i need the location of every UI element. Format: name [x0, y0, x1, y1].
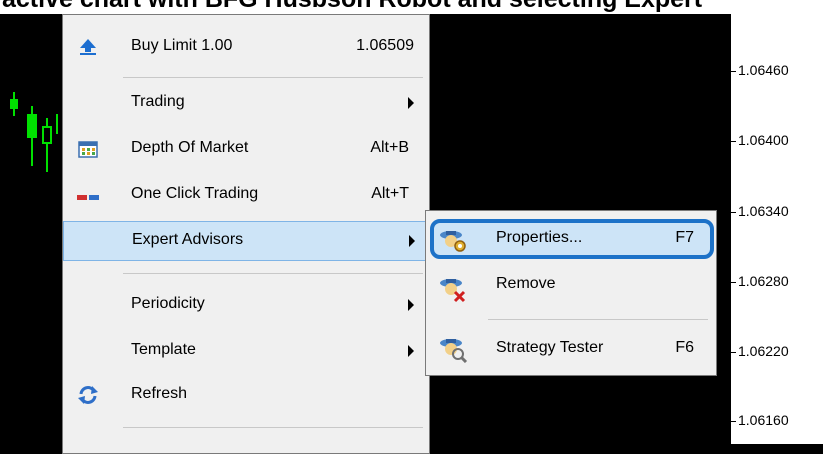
menu-item-one-click-trading[interactable]: One Click Trading Alt+T: [63, 175, 429, 215]
properties-label: Properties...: [496, 229, 583, 246]
candle-body: [27, 114, 37, 138]
strategy-tester-icon: [438, 335, 468, 364]
strategy-tester-label: Strategy Tester: [496, 339, 604, 356]
price-tick: [731, 421, 736, 422]
menu-separator: [123, 273, 423, 274]
chart-context-menu: Buy Limit 1.00 1.06509 Trading Depth Of …: [62, 14, 430, 454]
periodicity-label: Periodicity: [131, 295, 205, 312]
candle-body: [10, 99, 18, 109]
price-tick: [731, 141, 736, 142]
menu-item-template[interactable]: Template: [63, 331, 429, 371]
price-axis: 1.06460 1.06400 1.06340 1.06280 1.06220 …: [730, 14, 823, 444]
refresh-icon: [77, 385, 99, 405]
one-click-trading-icon: [77, 185, 99, 205]
table-icon: [77, 139, 99, 159]
caption-text: active chart with BFG Husbson Robot and …: [2, 0, 702, 12]
price-tick: [731, 212, 736, 213]
submenu-arrow-icon: [409, 235, 415, 247]
expert-advisors-submenu: Properties... F7 Remove Strategy Tester: [425, 210, 717, 376]
remove-label: Remove: [496, 275, 556, 292]
one-click-trading-shortcut: Alt+T: [371, 185, 409, 202]
strategy-tester-shortcut: F6: [675, 339, 694, 356]
candle-body: [42, 126, 52, 144]
caption-strip: active chart with BFG Husbson Robot and …: [0, 0, 823, 14]
price-label: 1.06400: [738, 132, 789, 148]
expert-remove-icon: [438, 275, 468, 303]
trading-label: Trading: [131, 93, 185, 110]
one-click-trading-label: One Click Trading: [131, 185, 259, 202]
menu-separator: [123, 427, 423, 428]
price-label: 1.06220: [738, 343, 789, 359]
price-label: 1.06280: [738, 273, 789, 289]
submenu-item-strategy-tester[interactable]: Strategy Tester F6: [426, 329, 716, 369]
price-label: 1.06460: [738, 62, 789, 78]
up-arrow-icon: [77, 37, 99, 57]
submenu-arrow-icon: [408, 345, 414, 357]
template-label: Template: [131, 341, 196, 358]
candle-wick: [56, 114, 58, 134]
refresh-label: Refresh: [131, 385, 188, 402]
expert-advisors-label: Expert Advisors: [132, 231, 244, 248]
buy-limit-price: 1.06509: [356, 37, 414, 54]
price-tick: [731, 352, 736, 353]
expert-properties-icon: [438, 225, 468, 253]
menu-item-periodicity[interactable]: Periodicity: [63, 285, 429, 325]
buy-limit-label: Buy Limit 1.00: [131, 37, 233, 54]
depth-of-market-shortcut: Alt+B: [370, 139, 409, 156]
menu-separator: [123, 77, 423, 78]
submenu-arrow-icon: [408, 299, 414, 311]
submenu-item-properties[interactable]: Properties... F7: [426, 219, 716, 259]
submenu-item-remove[interactable]: Remove: [426, 269, 716, 309]
price-label: 1.06160: [738, 412, 789, 428]
menu-item-expert-advisors[interactable]: Expert Advisors: [63, 221, 429, 261]
menu-item-depth-of-market[interactable]: Depth Of Market Alt+B: [63, 129, 429, 169]
menu-item-trading[interactable]: Trading: [63, 83, 429, 123]
price-tick: [731, 282, 736, 283]
menu-item-refresh[interactable]: Refresh: [63, 375, 429, 415]
properties-shortcut: F7: [675, 229, 694, 246]
depth-of-market-label: Depth Of Market: [131, 139, 249, 156]
price-tick: [731, 71, 736, 72]
menu-item-buy-limit[interactable]: Buy Limit 1.00 1.06509: [63, 27, 429, 67]
price-label: 1.06340: [738, 203, 789, 219]
submenu-separator: [488, 319, 708, 320]
submenu-arrow-icon: [408, 97, 414, 109]
